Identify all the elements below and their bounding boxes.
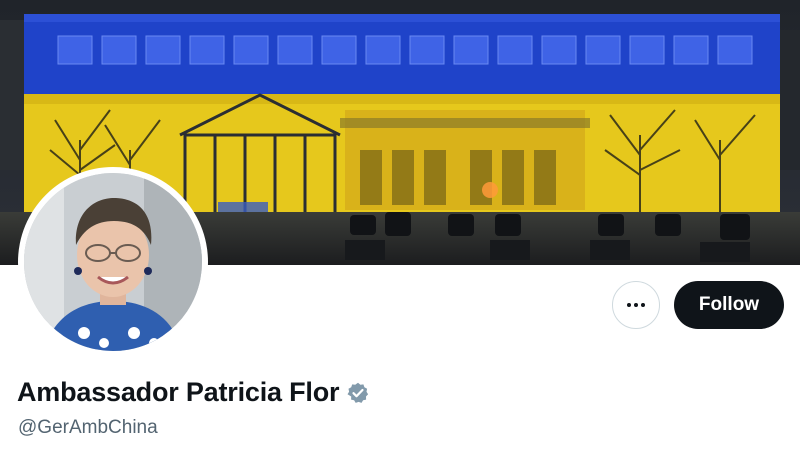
more-options-button[interactable] [612, 281, 660, 329]
profile-name-row: Ambassador Patricia Flor [17, 377, 370, 408]
display-name: Ambassador Patricia Flor [17, 377, 340, 407]
follow-button[interactable]: Follow [674, 281, 784, 329]
more-horizontal-icon [627, 303, 645, 307]
avatar-portrait [24, 173, 202, 351]
user-handle: @GerAmbChina [18, 417, 158, 438]
verified-badge-icon[interactable] [346, 381, 370, 405]
follow-button-label: Follow [698, 294, 760, 315]
avatar[interactable] [24, 173, 202, 351]
